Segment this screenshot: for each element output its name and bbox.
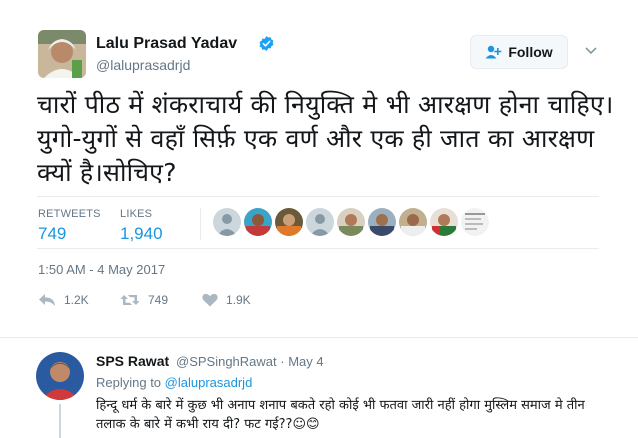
stats-separator bbox=[200, 208, 201, 240]
reply-author-meta: @SPSinghRawat · May 4 bbox=[176, 354, 324, 369]
reply-date[interactable]: · May 4 bbox=[280, 354, 323, 369]
liker-avatar[interactable] bbox=[213, 208, 241, 236]
author-name[interactable]: Lalu Prasad Yadav bbox=[96, 35, 237, 53]
liker-avatar[interactable] bbox=[399, 208, 427, 236]
chevron-down-icon[interactable] bbox=[584, 44, 598, 56]
liker-avatar[interactable] bbox=[337, 208, 365, 236]
divider bbox=[37, 248, 599, 249]
divider bbox=[37, 196, 599, 197]
liker-avatar[interactable] bbox=[430, 208, 458, 236]
reply-author-name[interactable]: SPS Rawat bbox=[96, 353, 169, 369]
retweet-action[interactable]: 749 bbox=[120, 293, 168, 307]
likes-stat[interactable]: LIKES 1,940 bbox=[120, 208, 163, 244]
likes-count: 1,940 bbox=[120, 224, 163, 243]
heart-icon bbox=[202, 293, 218, 307]
tweet-text: चारों पीठ में शंकराचार्य की नियुक्ति मे … bbox=[37, 90, 614, 187]
section-divider bbox=[0, 337, 638, 338]
author-avatar[interactable] bbox=[38, 30, 86, 78]
follow-button-label: Follow bbox=[508, 44, 553, 60]
retweets-stat[interactable]: RETWEETS 749 bbox=[38, 208, 101, 244]
reply-author-avatar[interactable] bbox=[36, 352, 84, 400]
retweet-count: 749 bbox=[148, 293, 169, 307]
retweets-count: 749 bbox=[38, 224, 67, 243]
replying-prefix: Replying to bbox=[96, 375, 162, 390]
reply-icon bbox=[39, 294, 55, 306]
liker-avatar[interactable] bbox=[244, 208, 272, 236]
likes-label: LIKES bbox=[120, 208, 153, 220]
liker-avatars bbox=[213, 208, 489, 236]
replying-to-link[interactable]: @laluprasadrjd bbox=[165, 375, 253, 390]
follow-button[interactable]: Follow bbox=[470, 35, 568, 69]
liker-avatar[interactable] bbox=[368, 208, 396, 236]
retweets-label: RETWEETS bbox=[38, 208, 101, 220]
liker-avatar[interactable] bbox=[461, 208, 489, 236]
liker-avatar[interactable] bbox=[275, 208, 303, 236]
replying-to: Replying to @laluprasadrjd bbox=[96, 375, 252, 390]
thread-line bbox=[59, 404, 61, 438]
author-handle[interactable]: @laluprasadrjd bbox=[96, 57, 190, 73]
liker-avatar[interactable] bbox=[306, 208, 334, 236]
verified-badge-icon bbox=[259, 36, 274, 51]
reply-action[interactable]: 1.2K bbox=[38, 293, 89, 307]
retweet-icon bbox=[120, 295, 140, 305]
reply-text: हिन्दू धर्म के बारे में कुछ भी अनाप शनाप… bbox=[96, 398, 585, 432]
reply-count: 1.2K bbox=[64, 293, 89, 307]
like-count: 1.9K bbox=[226, 293, 251, 307]
reply-author-handle[interactable]: @SPSinghRawat bbox=[176, 354, 277, 369]
add-user-icon bbox=[485, 45, 502, 59]
like-action[interactable]: 1.9K bbox=[202, 293, 251, 307]
tweet-timestamp[interactable]: 1:50 AM - 4 May 2017 bbox=[38, 262, 165, 277]
